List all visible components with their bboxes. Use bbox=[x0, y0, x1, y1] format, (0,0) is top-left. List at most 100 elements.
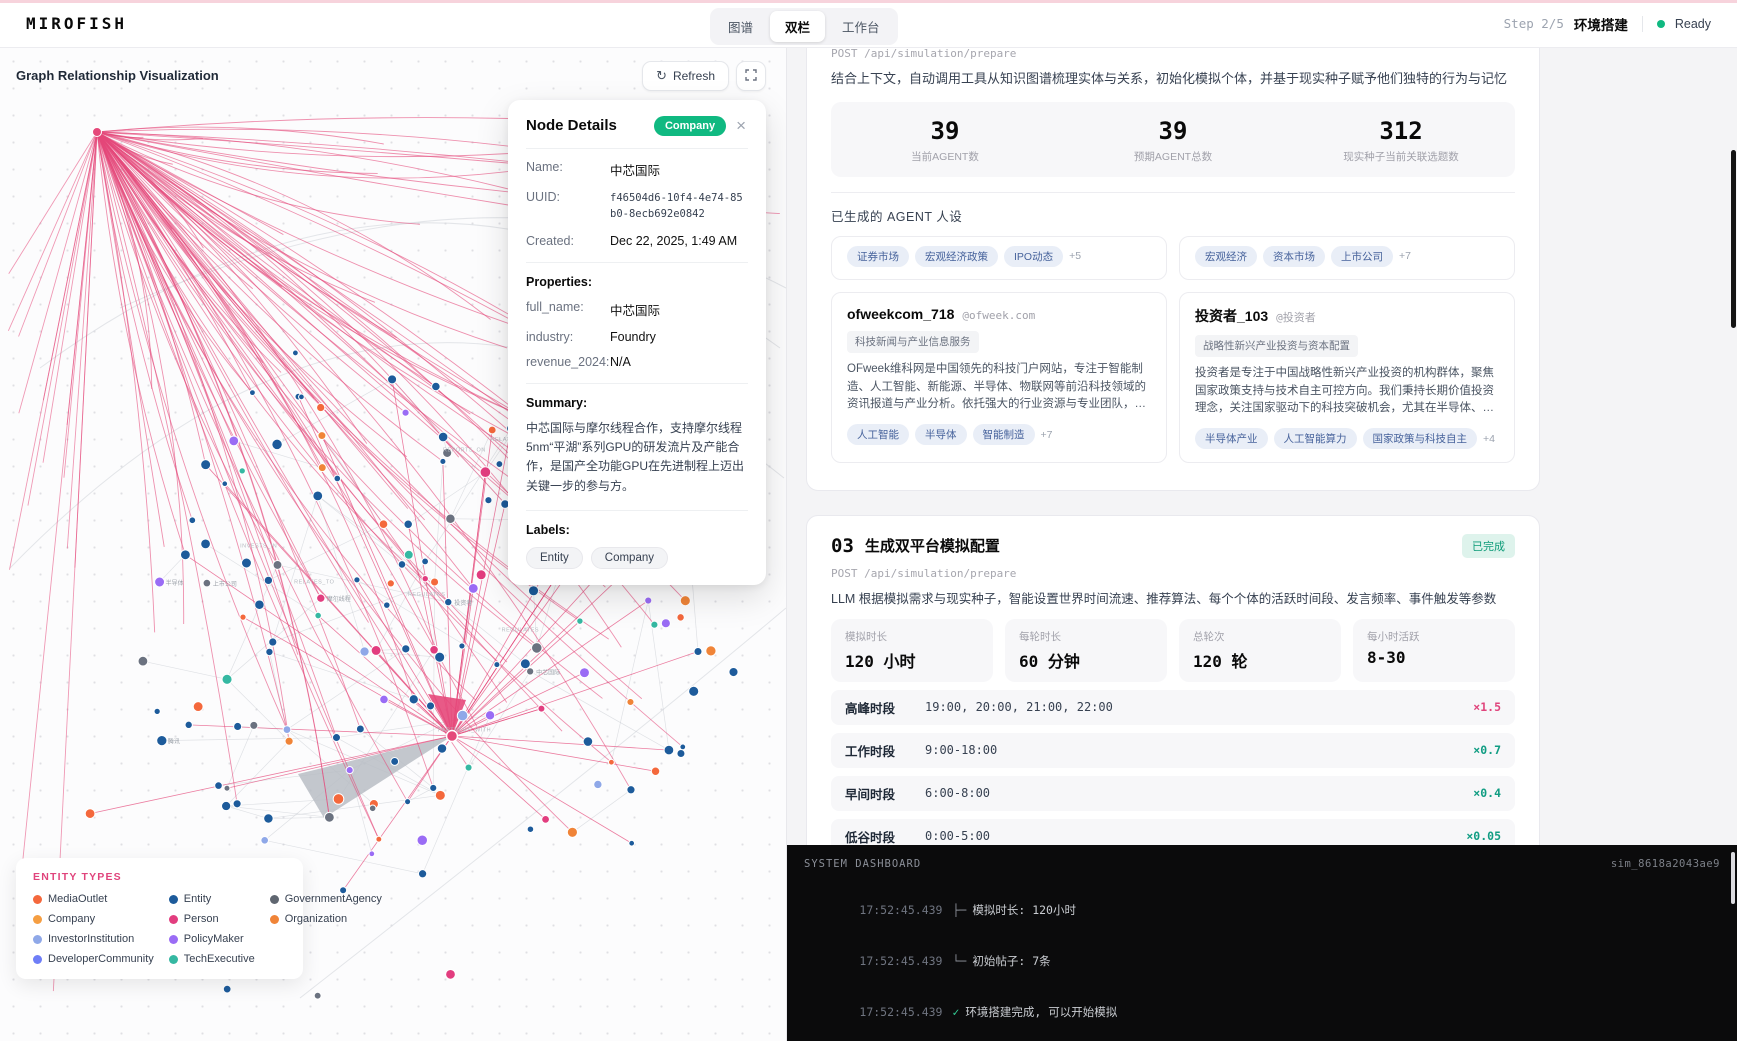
system-dashboard-terminal: SYSTEM DASHBOARD sim_8618a2043ae9 17:52:… bbox=[787, 845, 1737, 1041]
status-dot-icon bbox=[1657, 20, 1665, 28]
agents-list[interactable]: 证券市场 宏观经济政策 IPO动态 +5 宏观经济 资本市场 上市公司 +7 bbox=[831, 236, 1515, 474]
agent-description: OFweek维科网是中国领先的科技门户网站，专注于智能制造、人工智能、新能源、半… bbox=[847, 361, 1151, 414]
top-bar-right: Step 2/5 环境搭建 Ready bbox=[1504, 14, 1711, 34]
agent-stats: 39 当前AGENT数 39 预期AGENT总数 312 现实种子当前关联选题数 bbox=[831, 102, 1515, 177]
stat-expected-agents: 39 预期AGENT总数 bbox=[1059, 117, 1287, 164]
svg-text:中芯国际: 中芯国际 bbox=[536, 668, 560, 676]
log-line: 17:52:45.439✓环境搭建完成, 可以开始模拟 bbox=[804, 987, 1720, 1038]
label-chip: Entity bbox=[526, 547, 583, 569]
tag-chip: IPO动态 bbox=[1004, 246, 1063, 267]
legend-item-governmentagency: GovernmentAgency bbox=[270, 893, 382, 905]
divider bbox=[526, 510, 748, 511]
node-type-badge: Company bbox=[654, 116, 726, 136]
legend-item-investorinstitution: InvestorInstitution bbox=[33, 933, 154, 945]
divider bbox=[1642, 16, 1643, 32]
section-description: LLM 根据模拟需求与现实种子，智能设置世界时间流速、推荐算法、每个个体的活跃时… bbox=[831, 588, 1515, 607]
legend-item-person: Person bbox=[169, 913, 255, 925]
agent-card-investor[interactable]: 投资者_103 @投资者 战略性新兴产业投资与资本配置 投资者是专注于中国战略性… bbox=[1179, 292, 1515, 464]
stat-seed-topics: 312 现实种子当前关联选题数 bbox=[1287, 117, 1515, 164]
refresh-button[interactable]: ↻ Refresh bbox=[642, 61, 729, 91]
agent-role-chip: 科技新闻与产业信息服务 bbox=[847, 331, 979, 353]
svg-text:半导体: 半导体 bbox=[166, 579, 184, 587]
tag-more: +7 bbox=[1399, 250, 1411, 262]
fullscreen-icon bbox=[745, 69, 757, 84]
svg-text:REGULATES: REGULATES bbox=[502, 628, 539, 634]
top-bar: MIROFISH 图谱 双栏 工作台 Step 2/5 环境搭建 Ready bbox=[0, 0, 1737, 48]
legend-dot-icon bbox=[33, 915, 42, 924]
section-number: 03 bbox=[831, 535, 854, 557]
agent-tags: 半导体产业 人工智能算力 国家政策与科技自主 +4 bbox=[1195, 428, 1499, 449]
legend-title: ENTITY TYPES bbox=[33, 871, 286, 883]
tag-chip: 资本市场 bbox=[1263, 246, 1325, 267]
detail-panel-content: POST /api/simulation/prepare 结合上下文，自动调用工… bbox=[787, 48, 1521, 914]
divider bbox=[526, 383, 748, 384]
legend-grid: MediaOutlet Entity GovernmentAgency Comp… bbox=[33, 893, 286, 965]
agent-card-ofweek[interactable]: ofweekcom_718 @ofweek.com 科技新闻与产业信息服务 OF… bbox=[831, 292, 1167, 464]
agent-tags: 证券市场 宏观经济政策 IPO动态 +5 bbox=[847, 246, 1081, 267]
tag-chip: 证券市场 bbox=[847, 246, 909, 267]
api-endpoint: POST /api/simulation/prepare bbox=[831, 48, 1515, 60]
tab-workbench[interactable]: 工作台 bbox=[827, 11, 895, 42]
page-scrollbar[interactable] bbox=[1731, 150, 1736, 328]
summary-text: 中芯国际与摩尔线程合作，支持摩尔线程5nm“平湖”系列GPU的研发流片及产能合作… bbox=[526, 419, 748, 497]
section-header: 03 生成双平台模拟配置 已完成 bbox=[831, 534, 1515, 558]
terminal-logs: 17:52:45.439├─模拟时长: 120小时 17:52:45.439└─… bbox=[804, 885, 1720, 1041]
tag-chip: 半导体产业 bbox=[1195, 428, 1268, 449]
terminal-title: SYSTEM DASHBOARD bbox=[804, 858, 921, 870]
tag-more: +7 bbox=[1041, 429, 1053, 441]
field-created: Created: Dec 22, 2025, 1:49 AM bbox=[526, 234, 748, 248]
tag-chip: 智能制造 bbox=[973, 424, 1035, 445]
graph-visualization-panel: 中芯国际腾讯投资者半导体证券时报网摩尔线程人工智能上市公司RELATES_TOR… bbox=[0, 48, 787, 1041]
legend-item-policymaker: PolicyMaker bbox=[169, 933, 255, 945]
agent-generation-section: POST /api/simulation/prepare 结合上下文，自动调用工… bbox=[806, 48, 1540, 491]
log-line: 17:52:45.439└─初始帖子: 7条 bbox=[804, 936, 1720, 987]
property-revenue: revenue_2024: N/A bbox=[526, 355, 748, 369]
period-peak: 高峰时段 19:00, 20:00, 21:00, 22:00 ×1.5 bbox=[831, 690, 1515, 725]
param-sim-duration: 模拟时长 120 小时 bbox=[831, 619, 993, 682]
section-description: 结合上下文，自动调用工具从知识图谱梳理实体与关系，初始化模拟个体，并基于现实种子… bbox=[831, 69, 1515, 89]
param-total-rounds: 总轮次 120 轮 bbox=[1179, 619, 1341, 682]
tab-dual-column[interactable]: 双栏 bbox=[770, 11, 825, 42]
close-icon[interactable]: × bbox=[734, 115, 748, 136]
node-details-title: Node Details bbox=[526, 117, 646, 134]
agent-handle: @ofweek.com bbox=[962, 309, 1035, 322]
agents-list-heading: 已生成的 AGENT 人设 bbox=[831, 192, 1515, 225]
step-name: 环境搭建 bbox=[1574, 14, 1628, 34]
label-chip: Company bbox=[591, 547, 668, 569]
agent-card[interactable]: 证券市场 宏观经济政策 IPO动态 +5 bbox=[831, 236, 1167, 280]
app-logo: MIROFISH bbox=[26, 14, 127, 33]
svg-text:摩尔线程: 摩尔线程 bbox=[327, 595, 351, 603]
svg-text:腾讯: 腾讯 bbox=[168, 738, 180, 746]
properties-heading: Properties: bbox=[526, 275, 748, 289]
entity-types-legend: ENTITY TYPES MediaOutlet Entity Governme… bbox=[16, 858, 303, 979]
param-hourly-active: 每小时活跃 8-30 bbox=[1353, 619, 1515, 682]
tag-chip: 半导体 bbox=[915, 424, 967, 445]
tab-graph[interactable]: 图谱 bbox=[713, 11, 768, 42]
legend-dot-icon bbox=[169, 955, 178, 964]
field-name: Name: 中芯国际 bbox=[526, 160, 748, 179]
agent-card[interactable]: 宏观经济 资本市场 上市公司 +7 bbox=[1179, 236, 1515, 280]
svg-text:REGULATES: REGULATES bbox=[408, 592, 445, 598]
api-endpoint: POST /api/simulation/prepare bbox=[831, 567, 1515, 580]
terminal-scrollbar[interactable] bbox=[1731, 852, 1735, 904]
loading-accent-bar bbox=[0, 0, 1737, 3]
svg-text:投资者: 投资者 bbox=[454, 599, 472, 607]
node-details-header: Node Details Company × bbox=[526, 115, 748, 149]
legend-dot-icon bbox=[33, 955, 42, 964]
simulation-params: 模拟时长 120 小时 每轮时长 60 分钟 总轮次 120 轮 每小时活跃 8… bbox=[831, 619, 1515, 682]
legend-item-organization: Organization bbox=[270, 913, 382, 925]
labels-heading: Labels: bbox=[526, 523, 748, 537]
agent-name: ofweekcom_718 bbox=[847, 306, 954, 322]
tag-chip: 宏观经济 bbox=[1195, 246, 1257, 267]
period-work: 工作时段 9:00-18:00 ×0.7 bbox=[831, 733, 1515, 768]
fullscreen-button[interactable] bbox=[736, 61, 766, 91]
svg-text:RELATES_TO: RELATES_TO bbox=[294, 579, 334, 585]
detail-panel: POST /api/simulation/prepare 结合上下文，自动调用工… bbox=[787, 48, 1737, 1041]
agents-row-full: ofweekcom_718 @ofweek.com 科技新闻与产业信息服务 OF… bbox=[831, 292, 1515, 464]
legend-dot-icon bbox=[33, 935, 42, 944]
refresh-icon: ↻ bbox=[656, 68, 667, 84]
legend-dot-icon bbox=[270, 915, 279, 924]
tag-chip: 上市公司 bbox=[1331, 246, 1393, 267]
legend-item-company: Company bbox=[33, 913, 154, 925]
legend-dot-icon bbox=[169, 895, 178, 904]
